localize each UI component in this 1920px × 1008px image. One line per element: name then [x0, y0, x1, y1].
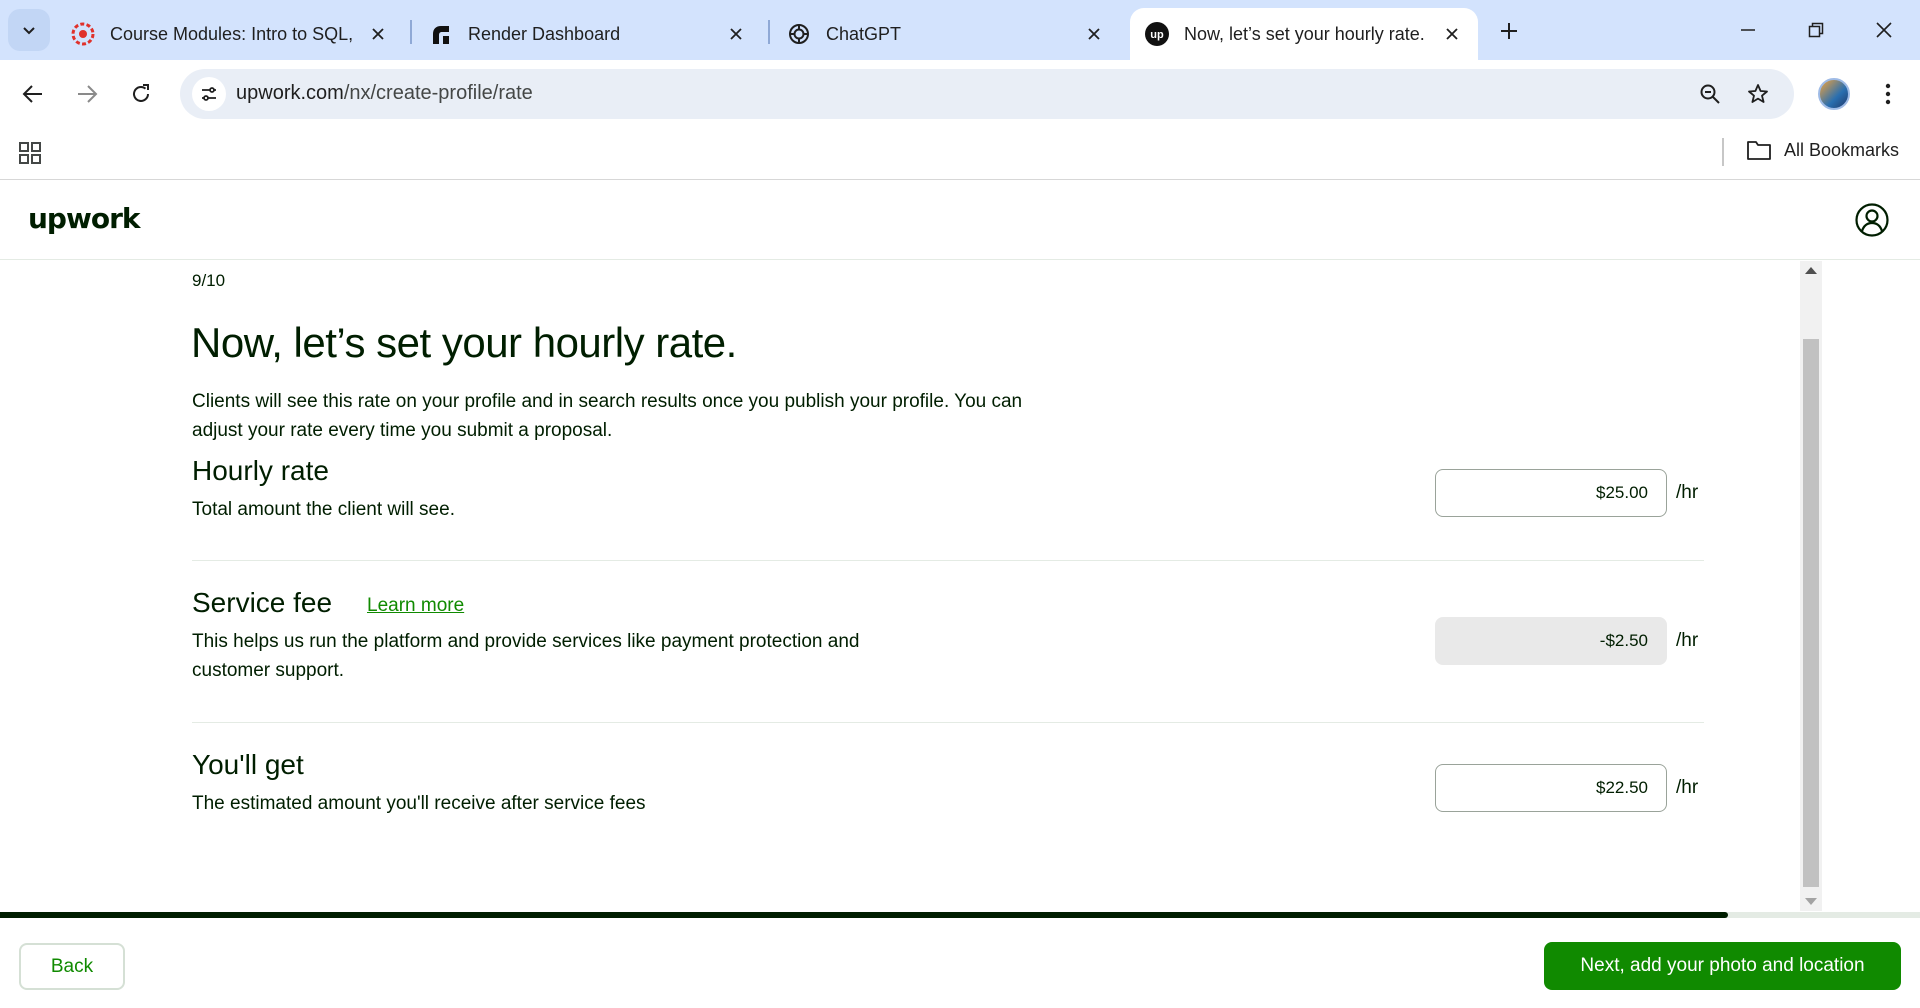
main-content: 9/10 Now, let’s set your hourly rate. Cl… — [0, 261, 1800, 911]
service-fee-unit: /hr — [1676, 630, 1699, 651]
service-fee-desc: This helps us run the platform and provi… — [192, 631, 860, 681]
course-favicon-icon — [70, 21, 96, 47]
arrow-right-icon — [78, 85, 98, 103]
bookmarks-bar: All Bookmarks — [0, 128, 1920, 180]
intro-text: Clients will see this rate on your profi… — [192, 391, 1023, 441]
apps-grid-icon[interactable] — [16, 139, 44, 167]
url-path: /nx/create-profile/rate — [343, 82, 533, 104]
minimize-button[interactable] — [1720, 8, 1776, 52]
url-text[interactable]: upwork.com/nx/create-profile/rate — [236, 82, 533, 105]
close-tab-icon[interactable] — [1082, 22, 1106, 46]
chevron-down-icon — [23, 27, 35, 35]
hourly-rate-unit: /hr — [1676, 482, 1699, 503]
arrow-left-icon — [22, 85, 42, 103]
site-settings-icon[interactable] — [192, 77, 226, 111]
bookmark-star-button[interactable] — [1742, 78, 1774, 110]
site-header: upwork — [0, 181, 1920, 260]
tab-separator — [768, 20, 770, 44]
close-window-button[interactable] — [1856, 8, 1912, 52]
address-bar[interactable]: upwork.com/nx/create-profile/rate — [180, 69, 1794, 119]
page-title: Now, let’s set your hourly rate. — [191, 319, 737, 366]
upwork-logo[interactable]: upwork — [28, 202, 141, 235]
hourly-rate-input[interactable]: $25.00 — [1435, 469, 1667, 517]
url-host: upwork.com — [236, 82, 344, 104]
footer-actions: Back Next, add your photo and location — [0, 918, 1920, 1008]
scroll-up-arrow-icon[interactable] — [1805, 267, 1817, 274]
service-fee-value: -$2.50 — [1435, 617, 1667, 665]
back-nav-button[interactable] — [11, 72, 55, 116]
restore-icon — [1808, 22, 1824, 38]
tab-render-dashboard[interactable]: Render Dashboard — [414, 8, 762, 60]
tab-title: Render Dashboard — [468, 23, 621, 44]
tab-separator — [410, 20, 412, 44]
net-earnings-input[interactable]: $22.50 — [1435, 764, 1667, 812]
zoom-button[interactable] — [1694, 78, 1726, 110]
zoom-out-icon — [1700, 84, 1720, 104]
tab-course-modules[interactable]: Course Modules: Intro to SQL, S — [56, 8, 404, 60]
tab-title: Course Modules: Intro to SQL, S — [110, 23, 356, 44]
net-earnings-unit: /hr — [1676, 777, 1699, 798]
close-tab-icon[interactable] — [366, 22, 390, 46]
chatgpt-favicon-icon — [786, 21, 812, 47]
user-account-icon[interactable] — [1854, 202, 1890, 238]
page-scrollbar[interactable] — [1800, 261, 1822, 911]
tab-strip: Course Modules: Intro to SQL, S Render D… — [0, 0, 1920, 60]
star-icon — [1748, 84, 1768, 103]
close-tab-icon[interactable] — [724, 22, 748, 46]
svg-text:up: up — [1150, 29, 1164, 41]
back-button[interactable]: Back — [19, 943, 125, 990]
folder-icon — [1747, 141, 1771, 160]
tab-search-button[interactable] — [8, 9, 50, 51]
upwork-favicon-icon: up — [1144, 21, 1170, 47]
step-indicator: 9/10 — [192, 271, 226, 290]
restore-button[interactable] — [1788, 8, 1844, 52]
minimize-icon — [1741, 29, 1755, 31]
browser-toolbar: upwork.com/nx/create-profile/rate — [0, 60, 1920, 128]
scroll-thumb[interactable] — [1803, 339, 1819, 887]
tab-title: ChatGPT — [826, 23, 902, 44]
browser-menu-button[interactable] — [1872, 78, 1904, 110]
tab-upwork-rate[interactable]: up Now, let’s set your hourly rate. — [1130, 8, 1478, 60]
tab-title: Now, let’s set your hourly rate. — [1184, 23, 1425, 44]
close-icon — [1876, 22, 1892, 38]
all-bookmarks-button[interactable]: All Bookmarks — [1746, 139, 1899, 161]
reload-button[interactable] — [119, 72, 163, 116]
new-tab-button[interactable] — [1492, 14, 1526, 48]
profile-avatar[interactable] — [1818, 78, 1850, 110]
plus-icon — [1501, 23, 1517, 39]
learn-more-link[interactable]: Learn more — [367, 595, 464, 617]
close-tab-icon[interactable] — [1440, 22, 1464, 46]
tab-chatgpt[interactable]: ChatGPT — [772, 8, 1120, 60]
forward-nav-button[interactable] — [65, 72, 109, 116]
all-bookmarks-label: All Bookmarks — [1784, 139, 1900, 160]
section-divider — [192, 722, 1704, 723]
section-divider — [192, 560, 1704, 561]
scroll-down-arrow-icon[interactable] — [1805, 898, 1817, 905]
render-favicon-icon — [428, 21, 454, 47]
next-button[interactable]: Next, add your photo and location — [1544, 942, 1901, 990]
bookmarks-separator — [1722, 138, 1724, 166]
reload-icon — [133, 84, 149, 102]
more-vertical-icon — [1885, 83, 1891, 105]
